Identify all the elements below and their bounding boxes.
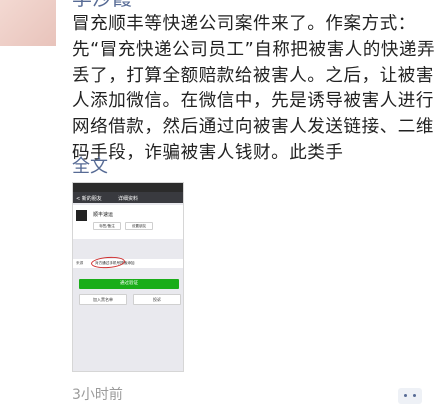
profile-avatar bbox=[76, 210, 87, 221]
complain-button: 投诉 bbox=[133, 294, 181, 305]
comment-icon[interactable] bbox=[398, 388, 422, 404]
author-name[interactable]: 李沙霞 bbox=[72, 0, 132, 10]
nav-bar: < 新的朋友 详细资料 bbox=[73, 192, 183, 203]
intro-text bbox=[76, 241, 180, 257]
profile-nickname: 顺丰速运 bbox=[93, 212, 114, 218]
pass-verification-button: 通过验证 bbox=[79, 279, 179, 289]
source-label: 来源 bbox=[76, 261, 84, 265]
post-text: 冒充顺丰等快递公司案件来了。作案方式：先“冒充快递公司员工”自称把被害人的快递弄… bbox=[72, 14, 436, 163]
embedded-screenshot[interactable]: < 新的朋友 详细资料 顺丰速运 标签/备注 设置朋友 来源 对方通过手机号搜索… bbox=[72, 182, 184, 372]
avatar[interactable] bbox=[0, 0, 56, 46]
tag-remark-button: 标签/备注 bbox=[93, 222, 121, 230]
source-row: 来源 对方通过手机号搜索添加 bbox=[73, 259, 183, 268]
set-friend-button: 设置朋友 bbox=[125, 222, 153, 230]
full-text-link[interactable]: 全文 bbox=[72, 152, 108, 178]
nav-title: 详细资料 bbox=[117, 196, 138, 202]
post-time: 3小时前 bbox=[72, 387, 123, 403]
profile-card: 顺丰速运 标签/备注 设置朋友 bbox=[73, 205, 183, 239]
status-bar bbox=[73, 183, 183, 192]
blacklist-button: 加入黑名单 bbox=[79, 294, 127, 305]
